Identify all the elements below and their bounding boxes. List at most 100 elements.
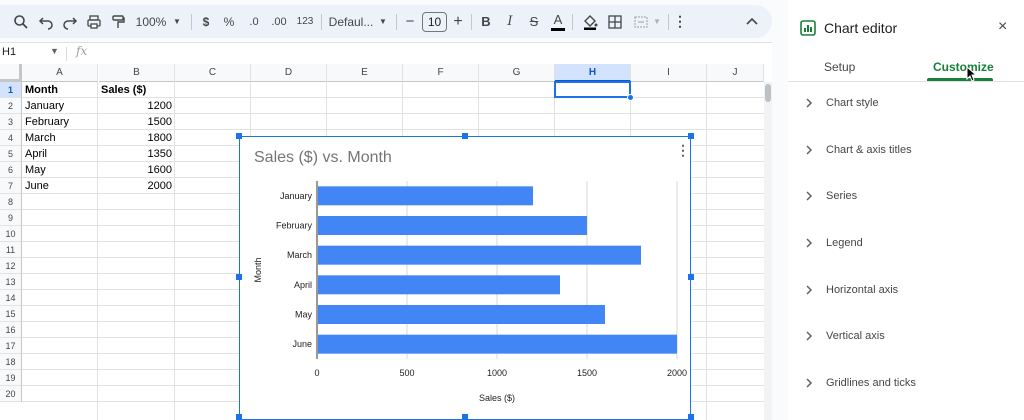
- resize-handle[interactable]: [688, 414, 694, 420]
- column-header-j[interactable]: J: [707, 64, 764, 82]
- row-header-4[interactable]: 4: [0, 130, 22, 146]
- merge-chevron-down-icon[interactable]: ▼: [652, 5, 662, 38]
- column-header-f[interactable]: F: [403, 64, 479, 82]
- row-header-8[interactable]: 8: [0, 194, 22, 210]
- row-header-5[interactable]: 5: [0, 146, 22, 162]
- row-header-17[interactable]: 17: [0, 338, 22, 354]
- column-header-g[interactable]: G: [479, 64, 555, 82]
- row-header-13[interactable]: 13: [0, 274, 22, 290]
- font-size-input[interactable]: 10: [422, 12, 447, 32]
- cell-b1[interactable]: Sales ($): [101, 82, 171, 98]
- row-header-14[interactable]: 14: [0, 290, 22, 306]
- cell-a1[interactable]: Month: [25, 82, 95, 98]
- column-header-e[interactable]: E: [327, 64, 403, 82]
- cell-a4[interactable]: March: [25, 130, 95, 146]
- formula-bar: H1 ▼ fx: [0, 42, 772, 64]
- tab-customize[interactable]: Customize: [933, 60, 994, 74]
- row-header-19[interactable]: 19: [0, 370, 22, 386]
- resize-handle[interactable]: [688, 133, 694, 139]
- percent-format-button[interactable]: %: [222, 5, 236, 38]
- row-header-16[interactable]: 16: [0, 322, 22, 338]
- resize-handle[interactable]: [236, 274, 242, 280]
- section-chart-axis-titles[interactable]: Chart & axis titles: [788, 136, 1024, 166]
- zoom-chevron-down-icon[interactable]: ▼: [171, 5, 183, 38]
- decrease-font-size-button[interactable]: −: [403, 5, 417, 38]
- increase-decimal-button[interactable]: .00: [268, 5, 290, 38]
- borders-icon[interactable]: [606, 5, 624, 38]
- row-header-20[interactable]: 20: [0, 386, 22, 402]
- row-header-11[interactable]: 11: [0, 242, 22, 258]
- font-chevron-down-icon[interactable]: ▼: [378, 5, 388, 38]
- row-header-1[interactable]: 1: [0, 82, 22, 98]
- more-formats-button[interactable]: 123: [294, 5, 316, 38]
- vertical-scrollbar[interactable]: [764, 82, 772, 420]
- column-header-h[interactable]: H: [555, 64, 631, 82]
- row-header-10[interactable]: 10: [0, 226, 22, 242]
- cell-a2[interactable]: January: [25, 98, 95, 114]
- cell-b2[interactable]: 1200: [99, 98, 172, 114]
- cell-b3[interactable]: 1500: [99, 114, 172, 130]
- section-legend[interactable]: Legend: [788, 229, 1024, 259]
- resize-handle[interactable]: [462, 133, 468, 139]
- fill-handle[interactable]: [627, 94, 634, 101]
- cell-b4[interactable]: 1800: [99, 130, 172, 146]
- resize-handle[interactable]: [236, 133, 242, 139]
- row-header-3[interactable]: 3: [0, 114, 22, 130]
- row-header-2[interactable]: 2: [0, 98, 22, 114]
- resize-handle[interactable]: [688, 274, 694, 280]
- italic-button[interactable]: I: [503, 5, 517, 38]
- row-header-15[interactable]: 15: [0, 306, 22, 322]
- font-family-select[interactable]: Defaul...: [329, 5, 374, 38]
- currency-format-button[interactable]: $: [199, 5, 213, 38]
- more-options-button[interactable]: ⋮: [673, 5, 687, 38]
- cell-a6[interactable]: May: [25, 162, 95, 178]
- close-icon[interactable]: ×: [998, 18, 1007, 36]
- cell-a5[interactable]: April: [25, 146, 95, 162]
- chevron-right-icon: [804, 189, 814, 208]
- section-horizontal-axis[interactable]: Horizontal axis: [788, 276, 1024, 306]
- print-icon[interactable]: [85, 5, 103, 38]
- cell-b5[interactable]: 1350: [99, 146, 172, 162]
- column-header-a[interactable]: A: [22, 64, 98, 82]
- cell-b7[interactable]: 2000: [99, 178, 172, 194]
- row-header-18[interactable]: 18: [0, 354, 22, 370]
- cell-a7[interactable]: June: [25, 178, 95, 194]
- row-header-9[interactable]: 9: [0, 210, 22, 226]
- embedded-chart[interactable]: 0 500 1000 1500 2000 January February March Apri…: [239, 136, 691, 420]
- fill-color-icon[interactable]: [581, 5, 599, 38]
- row-header-12[interactable]: 12: [0, 258, 22, 274]
- scrollbar-thumb[interactable]: [765, 84, 771, 102]
- merge-cells-icon[interactable]: [632, 5, 650, 38]
- strikethrough-button[interactable]: S: [527, 5, 541, 38]
- cell-b6[interactable]: 1600: [99, 162, 172, 178]
- section-series[interactable]: Series: [788, 182, 1024, 212]
- increase-font-size-button[interactable]: +: [451, 5, 465, 38]
- column-header-c[interactable]: C: [175, 64, 251, 82]
- selected-cell-h1[interactable]: [554, 81, 631, 98]
- undo-icon[interactable]: [37, 5, 55, 38]
- name-box[interactable]: H1: [2, 46, 16, 58]
- row-header-7[interactable]: 7: [0, 178, 22, 194]
- cell-a3[interactable]: February: [25, 114, 95, 130]
- section-chart-style[interactable]: Chart style: [788, 89, 1024, 119]
- select-all-corner[interactable]: [0, 64, 22, 82]
- row-header-6[interactable]: 6: [0, 162, 22, 178]
- section-vertical-axis[interactable]: Vertical axis: [788, 322, 1024, 352]
- decrease-decimal-button[interactable]: .0: [245, 5, 263, 38]
- column-header-d[interactable]: D: [251, 64, 327, 82]
- resize-handle[interactable]: [462, 414, 468, 420]
- redo-icon[interactable]: [61, 5, 79, 38]
- tab-setup[interactable]: Setup: [824, 60, 855, 74]
- column-header-i[interactable]: I: [631, 64, 707, 82]
- section-gridlines-and-ticks[interactable]: Gridlines and ticks: [788, 369, 1024, 399]
- zoom-select[interactable]: 100%: [134, 5, 168, 38]
- search-menus-icon[interactable]: [12, 5, 30, 38]
- chart-menu-icon[interactable]: ⋮: [676, 143, 690, 157]
- collapse-menus-icon[interactable]: [744, 5, 760, 38]
- paint-format-icon[interactable]: [109, 5, 127, 38]
- name-box-chevron-down-icon[interactable]: ▼: [50, 46, 59, 56]
- resize-handle[interactable]: [236, 414, 242, 420]
- text-color-button[interactable]: A: [551, 11, 565, 31]
- column-header-b[interactable]: B: [99, 64, 175, 82]
- bold-button[interactable]: B: [479, 5, 493, 38]
